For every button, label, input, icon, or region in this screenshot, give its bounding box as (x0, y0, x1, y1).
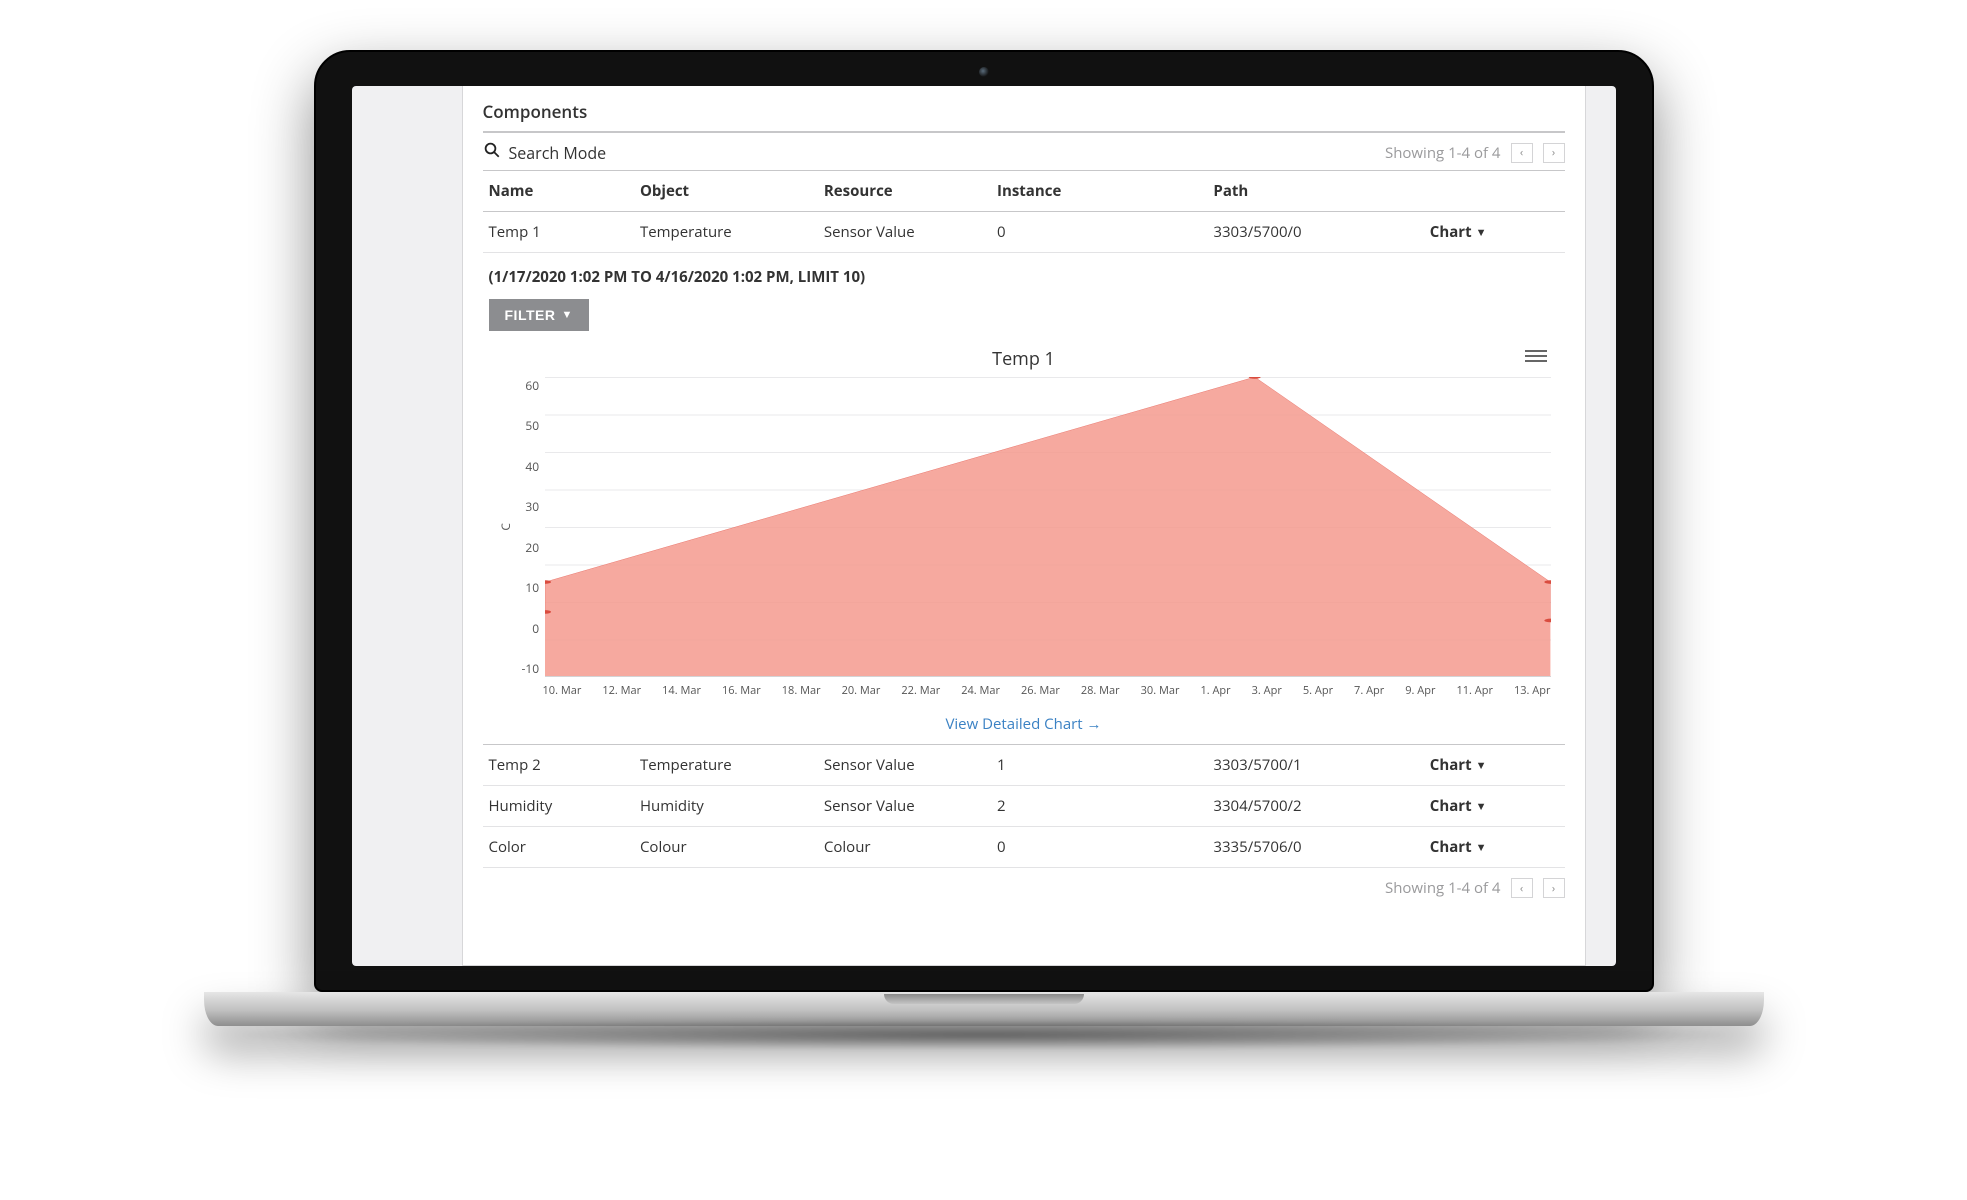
caret-down-icon: ▼ (1476, 840, 1487, 855)
camera-icon (979, 67, 989, 77)
filter-button[interactable]: FILTER ▼ (489, 299, 589, 331)
cell-resource: Sensor Value (818, 212, 991, 253)
showing-text: Showing 1-4 of 4 (1385, 143, 1501, 163)
cell-path: 3304/5700/2 (1207, 786, 1423, 827)
panel-title: Components (483, 100, 1565, 133)
table-row[interactable]: Humidity Humidity Sensor Value 2 3304/57… (483, 786, 1565, 827)
cell-path: 3303/5700/0 (1207, 212, 1423, 253)
panel-toolbar: Search Mode Showing 1-4 of 4 ‹ › (483, 133, 1565, 171)
cell-name: Temp 2 (483, 745, 634, 786)
cell-path: 3303/5700/1 (1207, 745, 1423, 786)
pager-top: Showing 1-4 of 4 ‹ › (1385, 143, 1565, 163)
pager-bottom: Showing 1-4 of 4 ‹ › (483, 868, 1565, 898)
cell-name: Color (483, 827, 634, 868)
chart-card: Temp 1 C 60 50 40 30 (483, 343, 1565, 698)
cell-resource: Sensor Value (818, 786, 991, 827)
col-path: Path (1207, 171, 1423, 212)
table-row[interactable]: Color Colour Colour 0 3335/5706/0 Chart▼ (483, 827, 1565, 868)
laptop-shadow (244, 1020, 1724, 1050)
prev-page-button[interactable]: ‹ (1511, 878, 1533, 898)
view-detailed-chart-link[interactable]: View Detailed Chart → (483, 714, 1565, 734)
next-page-button[interactable]: › (1543, 878, 1565, 898)
cell-name: Temp 1 (483, 212, 634, 253)
cell-resource: Colour (818, 827, 991, 868)
screen: Components Search Mode Showing 1-4 of 4 … (352, 86, 1616, 966)
caret-down-icon: ▼ (1476, 799, 1487, 814)
cell-path: 3335/5706/0 (1207, 827, 1423, 868)
search-mode-toggle[interactable]: Search Mode (483, 141, 607, 164)
cell-instance: 2 (991, 786, 1207, 827)
col-object: Object (634, 171, 818, 212)
cell-object: Colour (634, 827, 818, 868)
caret-down-icon: ▼ (1476, 225, 1487, 240)
col-resource: Resource (818, 171, 991, 212)
chart-dropdown[interactable]: Chart▼ (1430, 796, 1487, 816)
next-page-button[interactable]: › (1543, 143, 1565, 163)
prev-page-button[interactable]: ‹ (1511, 143, 1533, 163)
y-axis-label: C (497, 523, 514, 531)
chart-dropdown[interactable]: Chart▼ (1430, 755, 1487, 775)
col-action (1424, 171, 1565, 212)
cell-instance: 0 (991, 212, 1207, 253)
components-table: Name Object Resource Instance Path Temp … (483, 171, 1565, 868)
table-row[interactable]: Temp 2 Temperature Sensor Value 1 3303/5… (483, 745, 1565, 786)
cell-instance: 1 (991, 745, 1207, 786)
search-icon (483, 141, 501, 164)
cell-object: Temperature (634, 745, 818, 786)
chart-plot[interactable] (545, 377, 1550, 677)
cell-name: Humidity (483, 786, 634, 827)
col-instance: Instance (991, 171, 1207, 212)
chart-menu-button[interactable] (1525, 345, 1547, 367)
cell-object: Temperature (634, 212, 818, 253)
y-axis-ticks: 60 50 40 30 20 10 0 -10 (522, 377, 546, 677)
x-axis-ticks: 10. Mar12. Mar 14. Mar16. Mar 18. Mar20.… (543, 677, 1551, 698)
showing-text: Showing 1-4 of 4 (1385, 878, 1501, 898)
screen-bezel: Components Search Mode Showing 1-4 of 4 … (314, 50, 1654, 992)
range-label: (1/17/2020 1:02 PM TO 4/16/2020 1:02 PM,… (489, 267, 1559, 287)
expanded-row: (1/17/2020 1:02 PM TO 4/16/2020 1:02 PM,… (483, 253, 1565, 745)
cell-instance: 0 (991, 827, 1207, 868)
chart-dropdown[interactable]: Chart▼ (1430, 222, 1487, 242)
col-name: Name (483, 171, 634, 212)
laptop-frame: Components Search Mode Showing 1-4 of 4 … (314, 50, 1654, 1050)
chart-title: Temp 1 (497, 347, 1551, 371)
cell-resource: Sensor Value (818, 745, 991, 786)
components-panel: Components Search Mode Showing 1-4 of 4 … (462, 86, 1586, 966)
search-mode-label: Search Mode (509, 142, 607, 164)
table-row[interactable]: Temp 1 Temperature Sensor Value 0 3303/5… (483, 212, 1565, 253)
chart-dropdown[interactable]: Chart▼ (1430, 837, 1487, 857)
cell-object: Humidity (634, 786, 818, 827)
caret-down-icon: ▼ (1476, 758, 1487, 773)
caret-down-icon: ▼ (561, 309, 572, 321)
